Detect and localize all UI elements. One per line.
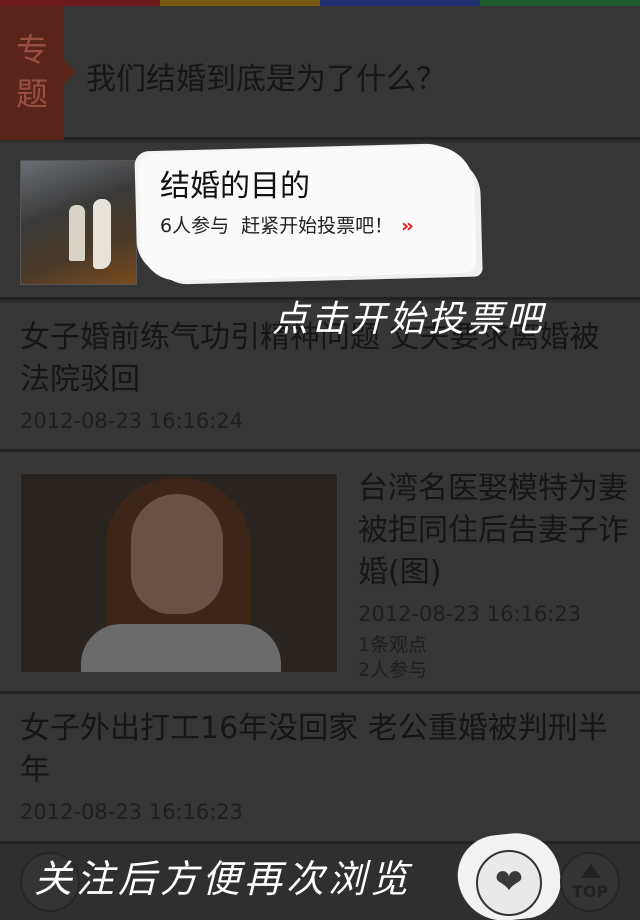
photo-bride xyxy=(69,205,85,261)
news-title: 女子外出打工16年没回家 老公重婚被判刑半年 xyxy=(20,711,608,788)
vote-hint-text: 点击开始投票吧 xyxy=(272,299,546,340)
photo-face xyxy=(131,494,223,614)
news-title: 台湾名医娶模特为妻 被拒同住后告妻子诈婚(图) xyxy=(358,471,628,590)
vote-title: 结婚的目的 xyxy=(160,169,310,204)
vote-subtitle[interactable]: 6人参与 赶紧开始投票吧！ ›› xyxy=(160,211,414,238)
news-participants: 2人参与 xyxy=(358,659,428,681)
vote-participants: 6人参与 xyxy=(160,215,230,237)
topic-tag: 专题 xyxy=(0,6,76,140)
arrow-up-icon xyxy=(581,864,601,878)
news-time: 2012-08-23 16:16:23 xyxy=(20,800,244,824)
topic-header[interactable]: 专题 我们结婚到底是为了什么？ xyxy=(0,6,640,140)
scroll-top-label: TOP xyxy=(571,882,609,901)
news-thumbnail xyxy=(20,473,338,673)
photo-groom xyxy=(93,199,111,269)
topic-title: 我们结婚到底是为了什么？ xyxy=(86,62,446,97)
heart-icon: ❤ xyxy=(494,862,524,902)
favorite-button[interactable]: ❤ xyxy=(476,850,542,916)
news-time: 2012-08-23 16:16:23 xyxy=(358,602,582,626)
scroll-top-button[interactable]: TOP xyxy=(560,852,620,912)
vote-card[interactable]: 结婚的目的 6人参与 赶紧开始投票吧！ ›› xyxy=(0,143,640,300)
news-item[interactable]: 女子外出打工16年没回家 老公重婚被判刑半年 2012-08-23 16:16:… xyxy=(0,694,640,844)
news-item[interactable]: 台湾名医娶模特为妻 被拒同住后告妻子诈婚(图) 2012-08-23 16:16… xyxy=(0,452,640,694)
follow-hint-text: 关注后方便再次浏览 xyxy=(34,857,413,901)
vote-cta-link[interactable]: 赶紧开始投票吧！ xyxy=(241,215,393,237)
double-chevron-right-icon: ›› xyxy=(401,215,414,237)
news-opinions: 1条观点 xyxy=(358,634,428,656)
photo-shoulder xyxy=(81,624,281,672)
topic-tag-label: 专题 xyxy=(15,31,48,113)
wedding-photo xyxy=(20,160,137,285)
news-time: 2012-08-23 16:16:24 xyxy=(20,409,244,433)
